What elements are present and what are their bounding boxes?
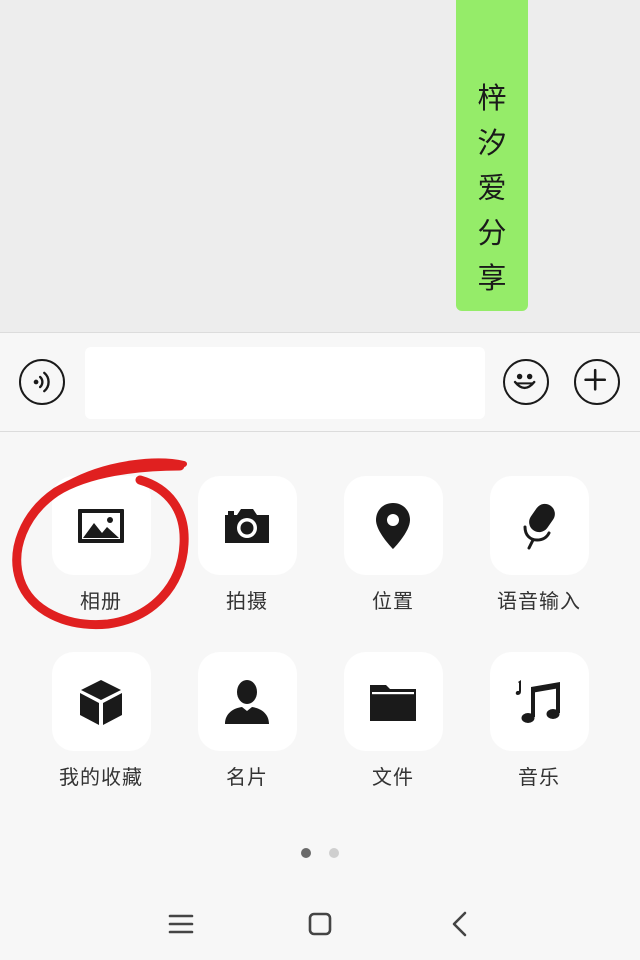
feature-file[interactable]: 文件 <box>320 652 466 792</box>
contact-card-icon <box>225 679 269 724</box>
plus-icon <box>584 368 607 391</box>
message-input[interactable] <box>85 347 485 419</box>
system-nav-bar <box>0 890 640 960</box>
home-button[interactable] <box>300 906 340 942</box>
feature-label: 名片 <box>226 765 268 789</box>
page-dot-active[interactable] <box>301 848 311 858</box>
feature-camera[interactable]: 拍摄 <box>174 476 320 616</box>
chat-area: 梓 汐 爱 分 享 <box>0 0 640 332</box>
feature-favorites[interactable]: 我的收藏 <box>28 652 174 792</box>
feature-camera-box <box>197 476 297 575</box>
folder-icon <box>370 684 416 721</box>
location-pin-icon <box>376 502 410 549</box>
page-dot[interactable] <box>329 848 339 858</box>
camera-icon <box>225 508 269 543</box>
emoji-icon <box>513 373 536 390</box>
message-char: 汐 <box>477 126 507 160</box>
feature-contact-card-box <box>197 652 297 751</box>
feature-music[interactable]: 音乐 <box>466 652 612 792</box>
feature-label: 位置 <box>372 589 414 613</box>
message-char: 梓 <box>477 81 507 115</box>
voice-button[interactable] <box>19 359 65 405</box>
message-char: 分 <box>477 216 507 250</box>
feature-file-box <box>343 652 443 751</box>
message-char: 享 <box>477 261 507 295</box>
feature-location[interactable]: 位置 <box>320 476 466 616</box>
feature-voice-input[interactable]: 语音输入 <box>466 476 612 616</box>
back-button[interactable] <box>440 906 480 942</box>
menu-icon <box>168 914 194 934</box>
recent-apps-button[interactable] <box>161 906 201 942</box>
page-indicator <box>0 848 640 858</box>
message-bubble[interactable]: 梓 汐 爱 分 享 <box>456 0 528 311</box>
emoji-button[interactable] <box>503 359 549 405</box>
photo-album-icon <box>78 508 124 543</box>
feature-label: 我的收藏 <box>59 765 143 789</box>
more-button[interactable] <box>574 359 620 405</box>
message-char: 爱 <box>477 171 507 205</box>
feature-label: 语音输入 <box>497 589 581 613</box>
feature-location-box <box>343 476 443 575</box>
feature-label: 文件 <box>372 765 414 789</box>
back-chevron-icon <box>452 911 467 937</box>
feature-label: 音乐 <box>518 765 560 789</box>
feature-music-box <box>489 652 589 751</box>
favorites-cube-icon <box>80 679 122 725</box>
input-bar <box>0 332 640 432</box>
feature-label: 相册 <box>80 589 122 613</box>
feature-label: 拍摄 <box>226 589 268 613</box>
feature-album-box <box>51 476 151 575</box>
music-note-icon <box>515 679 560 723</box>
feature-album[interactable]: 相册 <box>28 476 174 616</box>
feature-voice-input-box <box>489 476 589 575</box>
voice-icon <box>33 371 50 393</box>
home-square-icon <box>308 912 332 936</box>
feature-favorites-box <box>51 652 151 751</box>
microphone-icon <box>523 503 555 549</box>
feature-contact-card[interactable]: 名片 <box>174 652 320 792</box>
